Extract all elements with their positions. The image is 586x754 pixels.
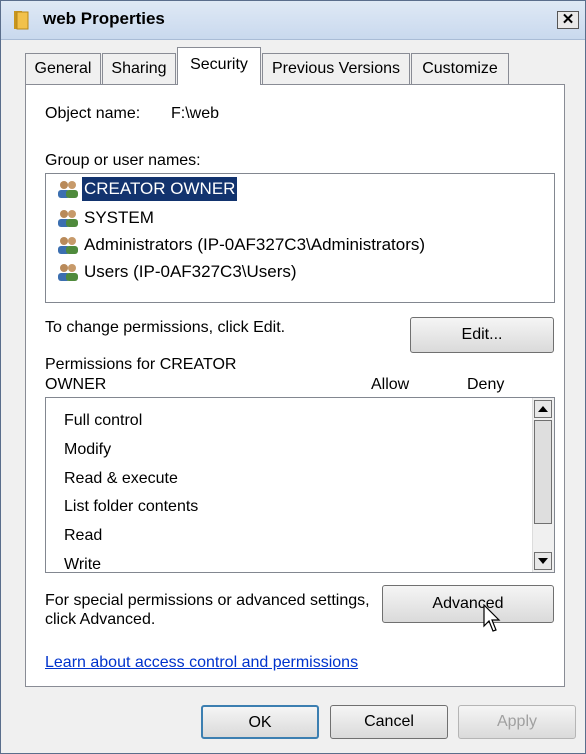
edit-button[interactable]: Edit... [410, 317, 554, 353]
permission-read-execute: Read & execute [64, 470, 178, 487]
user-name: Users (IP-0AF327C3\Users) [84, 262, 297, 281]
ok-button[interactable]: OK [201, 705, 319, 739]
change-permissions-text: To change permissions, click Edit. [45, 319, 286, 336]
list-item-system[interactable]: SYSTEM [50, 206, 550, 230]
tab-security[interactable]: Security [177, 47, 261, 85]
deny-column-header: Deny [467, 376, 505, 393]
tab-sharing[interactable]: Sharing [102, 53, 176, 84]
permissions-label-line2: OWNER [45, 376, 107, 393]
permission-full-control: Full control [64, 412, 143, 429]
permission-list-folder-contents: List folder contents [64, 498, 199, 515]
user-name: SYSTEM [84, 208, 154, 227]
advanced-button[interactable]: Advanced [382, 585, 554, 623]
list-item-creator-owner[interactable]: CREATOR OWNER [50, 177, 550, 201]
group-user-list[interactable]: CREATOR OWNER SYSTEM Administrators (IP-… [45, 173, 555, 303]
tab-customize[interactable]: Customize [411, 53, 509, 84]
folder-icon [14, 11, 29, 30]
users-group-icon [58, 264, 78, 281]
title-bar[interactable]: web Properties ✕ [1, 1, 585, 40]
help-link[interactable]: Learn about access control and permissio… [45, 654, 358, 672]
window-title: web Properties [43, 9, 165, 28]
allow-column-header: Allow [371, 376, 410, 393]
users-group-icon [58, 237, 78, 254]
permission-modify: Modify [64, 441, 112, 458]
arrow-down-icon [538, 558, 548, 564]
users-group-icon [58, 210, 78, 227]
user-name: Administrators (IP-0AF327C3\Administrato… [84, 235, 426, 254]
list-item-administrators[interactable]: Administrators (IP-0AF327C3\Administrato… [50, 233, 550, 257]
list-item-users[interactable]: Users (IP-0AF327C3\Users) [50, 260, 550, 284]
user-name: CREATOR OWNER [82, 177, 238, 201]
users-group-icon [58, 181, 78, 198]
advanced-text-line1: For special permissions or advanced sett… [45, 592, 370, 609]
object-name-value: F:\web [171, 105, 220, 122]
permission-read: Read [64, 527, 103, 544]
tab-previous-versions[interactable]: Previous Versions [262, 53, 410, 84]
scroll-up-button[interactable] [534, 400, 552, 418]
group-user-names-label: Group or user names: [45, 152, 201, 169]
close-button[interactable]: ✕ [557, 11, 579, 29]
scroll-thumb[interactable] [534, 420, 552, 524]
permissions-label-line1: Permissions for CREATOR [45, 356, 237, 373]
apply-button[interactable]: Apply [458, 705, 576, 739]
scroll-down-button[interactable] [534, 552, 552, 570]
tab-general[interactable]: General [25, 53, 101, 84]
permissions-list[interactable]: Full control Modify Read & execute List … [45, 397, 555, 573]
permission-write: Write [64, 556, 102, 573]
arrow-up-icon [538, 406, 548, 412]
cancel-button[interactable]: Cancel [330, 705, 448, 739]
mouse-cursor-icon [483, 604, 501, 632]
properties-dialog: web Properties ✕ General Sharing Securit… [0, 0, 586, 754]
permissions-scrollbar[interactable] [532, 398, 554, 572]
advanced-text-line2: click Advanced. [45, 611, 156, 628]
object-name-label: Object name: [45, 105, 141, 122]
